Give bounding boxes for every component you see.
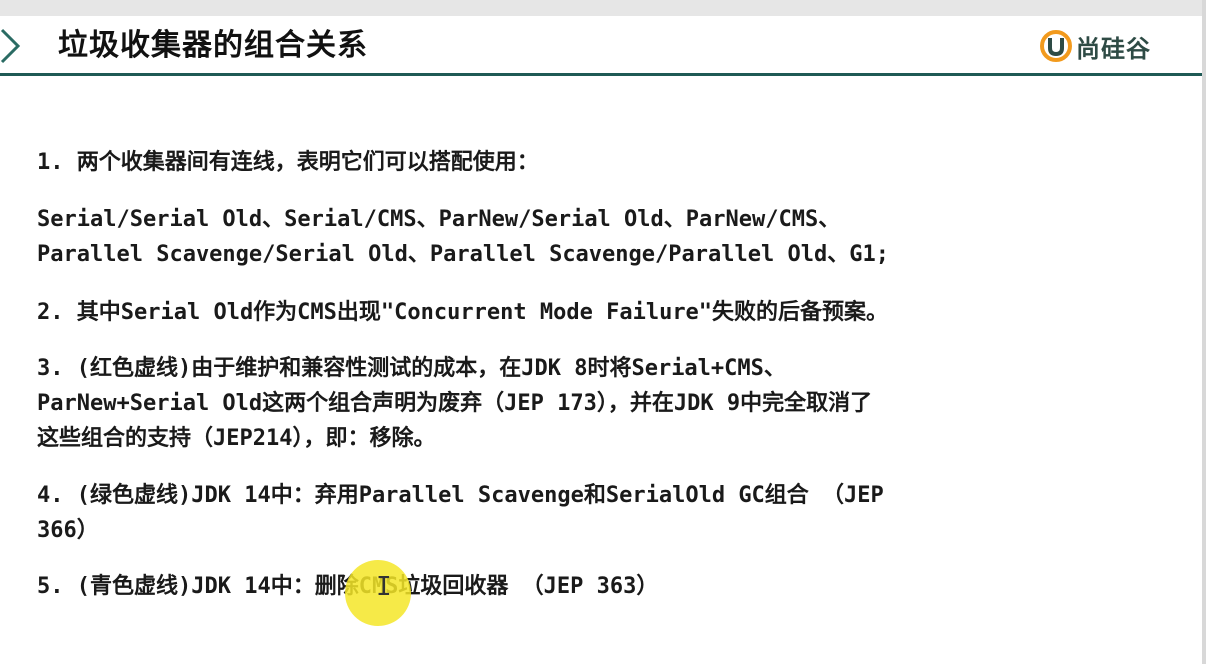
item-3-line-2: ParNew+Serial Old这两个组合声明为废弃（JEP 173），并在J… <box>37 391 873 416</box>
item-2: 2. 其中Serial Old作为CMS出现"Concurrent Mode F… <box>37 300 889 325</box>
window-top-strip <box>0 0 1206 16</box>
window-right-strip <box>1202 0 1206 664</box>
logo: 尚硅谷 <box>1040 28 1151 64</box>
slide-title: 垃圾收集器的组合关系 <box>58 28 368 63</box>
item-3-line-1: 3. (红色虚线)由于维护和兼容性测试的成本，在JDK 8时将Serial+CM… <box>37 356 786 381</box>
item-1: 1. 两个收集器间有连线，表明它们可以搭配使用： <box>37 150 539 175</box>
item-4-line-1: 4. (绿色虚线)JDK 14中：弃用Parallel Scavenge和Ser… <box>37 483 884 508</box>
item-1-detail-line-2: Parallel Scavenge/Serial Old、Parallel Sc… <box>37 242 889 267</box>
chevron-right-icon <box>0 28 21 64</box>
slide-header: 垃圾收集器的组合关系 尚硅谷 <box>0 16 1202 76</box>
logo-icon <box>1040 30 1072 62</box>
item-3-line-3: 这些组合的支持（JEP214），即：移除。 <box>37 426 436 451</box>
slide: 垃圾收集器的组合关系 尚硅谷 1. 两个收集器间有连线，表明它们可以搭配使用： … <box>0 16 1202 664</box>
header-divider <box>0 73 1202 76</box>
item-4-line-2: 366） <box>37 518 99 543</box>
text-cursor-icon: I <box>376 572 392 602</box>
item-1-detail-line-1: Serial/Serial Old、Serial/CMS、ParNew/Seri… <box>37 207 841 232</box>
logo-text: 尚硅谷 <box>1076 34 1151 63</box>
